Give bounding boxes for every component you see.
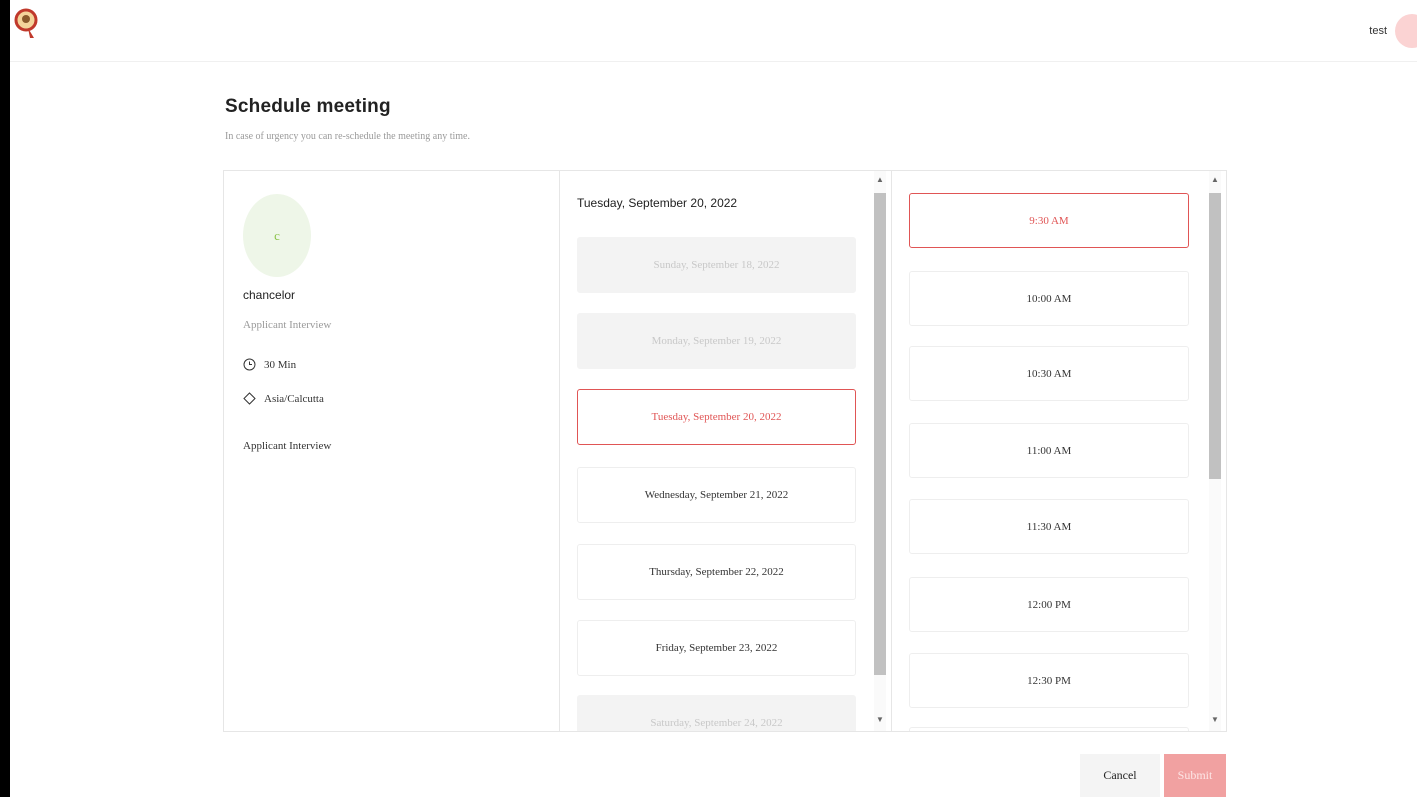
submit-button[interactable]: Submit [1164,754,1226,797]
user-avatar[interactable] [1395,14,1417,48]
page-subtitle: In case of urgency you can re-schedule t… [225,131,470,142]
scheduler-card: c chancelor Applicant Interview 30 Min A… [223,170,1227,732]
scrollbar-thumb[interactable] [1209,193,1221,479]
date-option-disabled: Saturday, September 24, 2022 [577,695,856,731]
app-logo[interactable] [14,6,40,46]
event-description: Applicant Interview [243,440,332,452]
date-option[interactable]: Friday, September 23, 2022 [577,620,856,676]
scroll-down-arrow-icon[interactable]: ▼ [1208,715,1222,724]
date-option-selected[interactable]: Tuesday, September 20, 2022 [577,389,856,445]
time-slot-selected[interactable]: 9:30 AM [909,193,1189,248]
scroll-down-arrow-icon[interactable]: ▼ [873,715,887,724]
window-left-edge [0,0,10,797]
time-slot[interactable]: 10:30 AM [909,346,1189,401]
top-navigation-bar: test [10,0,1417,62]
time-list-scrollbar[interactable]: ▲ ▼ [1208,171,1222,731]
scrollbar-thumb[interactable] [874,193,886,675]
cancel-button[interactable]: Cancel [1080,754,1160,797]
selected-date-header: Tuesday, September 20, 2022 [577,196,738,210]
date-option[interactable]: Wednesday, September 21, 2022 [577,467,856,523]
date-list-scrollbar[interactable]: ▲ ▼ [873,171,887,731]
time-slot[interactable]: 12:30 PM [909,653,1189,708]
time-slot[interactable]: 11:30 AM [909,499,1189,554]
page-title: Schedule meeting [225,96,391,117]
scroll-up-arrow-icon[interactable]: ▲ [1208,175,1222,184]
date-option-disabled: Sunday, September 18, 2022 [577,237,856,293]
time-slot-list[interactable]: 9:30 AM 10:00 AM 10:30 AM 11:00 AM 11:30… [891,171,1209,731]
date-option-disabled: Monday, September 19, 2022 [577,313,856,369]
user-name[interactable]: test [1369,25,1387,37]
date-option[interactable]: Thursday, September 22, 2022 [577,544,856,600]
time-slot[interactable]: 11:00 AM [909,423,1189,478]
timezone-label: Asia/Calcutta [264,392,324,405]
event-info-panel: c chancelor Applicant Interview 30 Min A… [224,171,560,731]
time-slot[interactable]: 12:00 PM [909,577,1189,632]
clock-icon [243,358,256,371]
time-slot[interactable]: 10:00 AM [909,271,1189,326]
time-slot[interactable] [909,727,1189,731]
host-name: chancelor [243,288,296,302]
scroll-up-arrow-icon[interactable]: ▲ [873,175,887,184]
globe-icon [243,392,256,405]
event-type: Applicant Interview [243,319,332,331]
duration-label: 30 Min [264,358,297,371]
duration-row: 30 Min [243,358,296,371]
timezone-row: Asia/Calcutta [243,392,324,405]
host-avatar: c [243,194,311,277]
date-list[interactable]: Tuesday, September 20, 2022 Sunday, Sept… [560,171,890,731]
